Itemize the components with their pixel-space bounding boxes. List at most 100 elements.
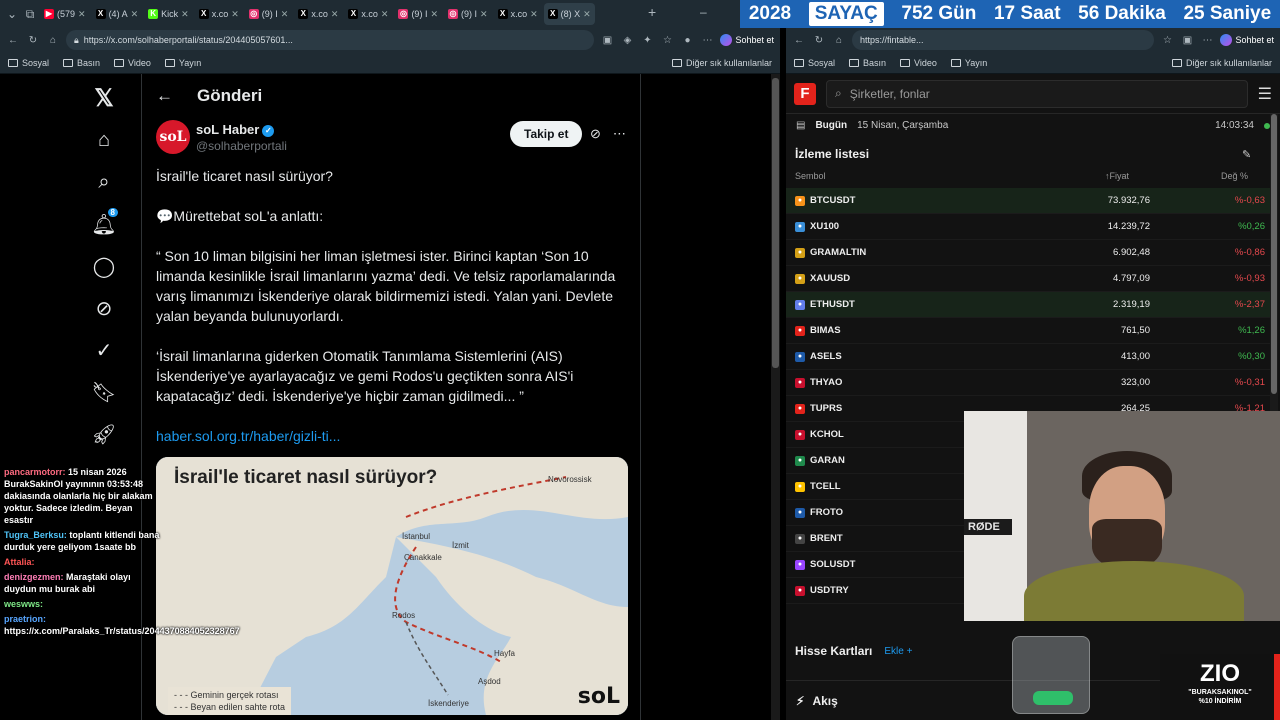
bookmark-folder[interactable]: Basın — [63, 58, 100, 68]
col-symbol[interactable]: Sembol — [795, 171, 826, 181]
browser-tab[interactable]: X (4) A ✕ — [92, 3, 143, 25]
tab-favicon-icon: ◎ — [398, 9, 409, 19]
tab-close-icon[interactable]: ✕ — [381, 9, 389, 20]
watchlist-row[interactable]: ● BTCUSDT 73.932,76 %-0,63 — [786, 188, 1270, 214]
reload-icon[interactable]: ↻ — [812, 33, 826, 47]
tab-close-icon[interactable]: ✕ — [281, 9, 289, 20]
tab-favicon-icon: K — [148, 9, 159, 19]
new-tab-button[interactable]: + — [648, 4, 656, 20]
tab-close-icon[interactable]: ✕ — [131, 9, 139, 20]
reload-icon[interactable]: ↻ — [26, 33, 40, 47]
scrollbar-thumb[interactable] — [772, 78, 779, 368]
tweet-image-map[interactable]: İsrail'le ticaret nasıl sürüyor? Novoros… — [156, 457, 628, 715]
browser-tab[interactable]: K Kick ✕ — [144, 3, 193, 25]
tab-close-icon[interactable]: ✕ — [181, 9, 189, 20]
tab-close-icon[interactable]: ✕ — [78, 9, 86, 20]
fintables-logo[interactable]: F — [794, 82, 816, 105]
watchlist-row[interactable]: ● ASELS 413,00 %0,30 — [786, 344, 1270, 370]
home-icon[interactable]: ⌂ — [90, 126, 118, 154]
url-field-left[interactable]: 🔒︎ https://x.com/solhaberportali/status/2… — [66, 30, 595, 50]
other-bookmarks[interactable]: Diğer sık kullanılanlar — [1171, 58, 1272, 68]
col-change[interactable]: Değ % — [1221, 171, 1248, 181]
favorites-icon[interactable]: ☆ — [1160, 33, 1174, 47]
copilot-chat-button[interactable]: Sohbet et — [1220, 34, 1274, 46]
tab-close-icon[interactable]: ✕ — [430, 9, 438, 20]
extension-icon[interactable]: ▣ — [600, 33, 614, 47]
back-icon[interactable]: ← — [6, 33, 20, 47]
company-search-input[interactable]: ⌕ Şirketler, fonlar — [826, 79, 1248, 108]
flow-label: Akış — [812, 693, 838, 708]
bookmark-folder[interactable]: Video — [900, 58, 937, 68]
browser-tab[interactable]: ◎ (9) I ✕ — [394, 3, 442, 25]
search-icon[interactable]: ⌕ — [90, 168, 118, 196]
grok-icon[interactable]: ⊘ — [90, 294, 118, 322]
bookmark-folder[interactable]: Basın — [849, 58, 886, 68]
x-logo-icon[interactable]: 𝕏 — [90, 84, 118, 112]
tab-close-icon[interactable]: ✕ — [530, 9, 538, 20]
browser-tab[interactable]: Xx.co ✕ — [494, 3, 542, 25]
watchlist-row[interactable]: ● ETHUSDT 2.319,19 %-2,37 — [786, 292, 1270, 318]
copilot-chat-button[interactable]: Sohbet et — [720, 34, 774, 46]
watchlist-row[interactable]: ● GRAMALTIN 6.902,48 %-0,86 — [786, 240, 1270, 266]
browser-tab[interactable]: ◎ (9) I ✕ — [245, 3, 293, 25]
watchlist-row[interactable]: ● XAUUSD 4.797,09 %-0,93 — [786, 266, 1270, 292]
favorites-icon[interactable]: ☆ — [660, 33, 674, 47]
edit-pencil-icon[interactable]: ✎ — [1242, 148, 1251, 161]
more-icon[interactable]: ⋯ — [700, 33, 714, 47]
col-price[interactable]: ↑Fiyat — [1105, 171, 1129, 181]
tab-close-icon[interactable]: ✕ — [331, 9, 339, 20]
scrollbar-left[interactable] — [771, 74, 780, 720]
watchlist-row[interactable]: ● BIMAS 761,50 %1,26 — [786, 318, 1270, 344]
browser-tab[interactable]: Xx.co ✕ — [195, 3, 243, 25]
display-name[interactable]: soL Haber ✓ — [196, 122, 275, 137]
user-handle[interactable]: @solhaberportali — [196, 139, 287, 153]
hamburger-menu-icon[interactable]: ☰ — [1258, 84, 1272, 104]
notifications-icon[interactable]: 🔔︎ 8 — [90, 208, 118, 238]
avatar[interactable]: soL — [156, 120, 190, 154]
bookmark-label: Yayın — [964, 57, 988, 68]
browser-tab[interactable]: Xx.co ✕ — [344, 3, 392, 25]
bookmark-folder[interactable]: Video — [114, 58, 151, 68]
url-field-right[interactable]: https://fintable... — [852, 30, 1155, 50]
messages-icon[interactable]: ◯ — [90, 252, 118, 280]
tab-menu-icon[interactable]: ⌄ — [4, 7, 20, 21]
extension-icon[interactable]: ▣ — [1180, 33, 1194, 47]
watchlist-row[interactable]: ● THYAO 323,00 %-0,31 — [786, 370, 1270, 396]
other-bookmarks[interactable]: Diğer sık kullanılanlar — [671, 58, 772, 68]
workspaces-icon[interactable]: ⧉ — [22, 7, 38, 22]
profile-avatar-icon[interactable]: ● — [680, 33, 694, 47]
tab-close-icon[interactable]: ✕ — [231, 9, 239, 20]
browser-tab[interactable]: ▶ (579 ✕ — [40, 3, 90, 25]
home-icon[interactable]: ⌂ — [832, 33, 846, 47]
back-arrow-icon[interactable]: ← — [156, 86, 173, 106]
browser-tab[interactable]: Xx.co ✕ — [294, 3, 342, 25]
add-card-button[interactable]: Ekle + — [884, 646, 912, 657]
tab-close-icon[interactable]: ✕ — [480, 9, 488, 20]
scrollbar-thumb[interactable] — [1271, 114, 1277, 394]
back-icon[interactable]: ← — [792, 33, 806, 47]
scrollbar-right[interactable] — [1270, 114, 1278, 414]
extension-icon[interactable]: ✦ — [640, 33, 654, 47]
follow-button[interactable]: Takip et — [510, 121, 583, 147]
more-icon[interactable]: ⋯ — [1200, 33, 1214, 47]
bookmark-folder[interactable]: Yayın — [950, 57, 988, 68]
home-icon[interactable]: ⌂ — [46, 33, 60, 47]
bookmark-folder[interactable]: Yayın — [164, 58, 201, 68]
extension-icon[interactable]: ◈ — [620, 33, 634, 47]
tab-close-icon[interactable]: ✕ — [583, 9, 591, 20]
tweet-link[interactable]: haber.sol.org.tr/haber/gizli-ti... — [156, 426, 626, 446]
minimize-icon[interactable]: – — [700, 5, 707, 19]
watchlist-row[interactable]: ● XU100 14.239,72 %0,26 — [786, 214, 1270, 240]
browser-tab[interactable]: X (8) X ✕ — [543, 3, 595, 25]
date-text: 15 Nisan, Çarşamba — [857, 120, 949, 131]
rocket-icon[interactable]: 🚀︎ — [90, 420, 118, 448]
bookmark-folder[interactable]: Sosyal — [794, 58, 835, 68]
folder-icon — [114, 59, 125, 68]
bookmark-folder[interactable]: Sosyal — [8, 58, 49, 68]
more-icon[interactable]: ⋯ — [613, 126, 626, 142]
verified-icon[interactable]: ✓ — [90, 336, 118, 364]
grok-icon[interactable]: ⊘ — [590, 126, 601, 142]
browser-tab[interactable]: ◎ (9) I ✕ — [444, 3, 492, 25]
chat-text: https://x.com/Paralaks_Tr/status/2044370… — [4, 626, 240, 636]
bookmark-icon[interactable]: 🔖︎ — [90, 378, 118, 406]
